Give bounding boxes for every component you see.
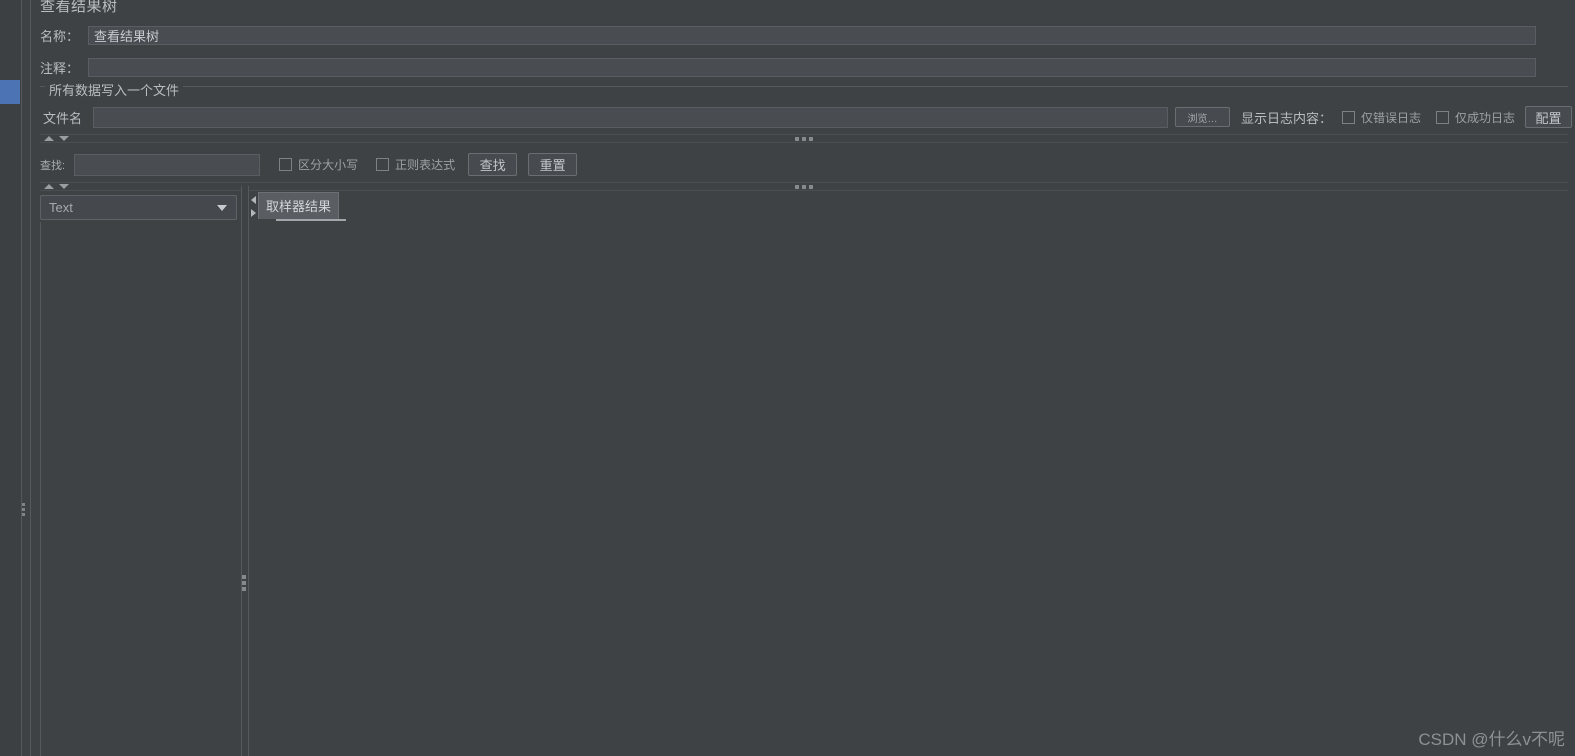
success-only-label: 仅成功日志: [1455, 110, 1516, 125]
vertical-splitter[interactable]: [241, 186, 249, 756]
collapse-arrows-lower[interactable]: [44, 184, 69, 189]
browse-button[interactable]: 浏览…: [1175, 107, 1231, 127]
checkbox-box-icon: [376, 158, 390, 171]
splitter-lower[interactable]: [40, 182, 1568, 191]
filename-label: 文件名: [43, 110, 83, 126]
watermark: CSDN @什么v不呢: [1418, 730, 1565, 749]
left-splitter-handle[interactable]: [20, 500, 27, 518]
search-row: 查找: 区分大小写 正则表达式 查找 重置: [40, 153, 578, 176]
filename-input[interactable]: [93, 106, 1169, 128]
search-button[interactable]: 查找: [468, 153, 518, 176]
success-only-checkbox[interactable]: 仅成功日志: [1436, 109, 1515, 126]
comment-input[interactable]: [88, 58, 1537, 77]
name-input[interactable]: 查看结果树: [88, 26, 1537, 45]
find-input[interactable]: [74, 153, 261, 176]
chevron-up-icon[interactable]: [44, 184, 54, 189]
handle-dot: [22, 507, 25, 511]
comment-label: 注释：: [40, 61, 80, 76]
file-output-group-title: 所有数据写入一个文件: [45, 80, 184, 99]
tab-sampler-result[interactable]: 取样器结果: [258, 192, 340, 219]
result-content-pane[interactable]: [249, 221, 1568, 756]
regex-label: 正则表达式: [395, 158, 456, 172]
errors-only-label: 仅错误日志: [1361, 110, 1422, 125]
page-title: 查看结果树: [40, 0, 118, 15]
main-panel: 查看结果树 名称： 查看结果树 注释： 所有数据写入一个文件 文件名 浏览… 显…: [31, 0, 1575, 756]
chevron-left-icon[interactable]: [251, 196, 256, 204]
left-rail: [0, 0, 21, 756]
tab-scroll-arrows[interactable]: [249, 194, 258, 219]
configure-button[interactable]: 配置: [1525, 106, 1573, 128]
results-tree-pane[interactable]: [40, 222, 244, 756]
checkbox-box-icon: [1342, 110, 1356, 124]
chevron-up-icon[interactable]: [44, 136, 54, 141]
result-tabstrip: 取样器结果: [249, 192, 340, 219]
reset-button[interactable]: 重置: [528, 153, 578, 176]
chevron-right-icon[interactable]: [251, 209, 256, 217]
case-sensitive-checkbox[interactable]: 区分大小写: [279, 156, 358, 173]
vertical-splitter-line-left: [241, 186, 242, 756]
renderer-select[interactable]: Text: [40, 195, 237, 220]
chevron-down-icon: [217, 204, 227, 211]
file-output-group-left-tick: [40, 86, 44, 87]
name-label: 名称：: [40, 29, 80, 44]
view-results-tree-window: 查看结果树 名称： 查看结果树 注释： 所有数据写入一个文件 文件名 浏览… 显…: [0, 0, 1575, 756]
splitter-upper[interactable]: [40, 134, 1568, 143]
find-label: 查找:: [40, 159, 66, 172]
collapse-arrows-upper[interactable]: [44, 136, 69, 141]
handle-dot: [22, 512, 25, 516]
log-content-label: 显示日志内容：: [1241, 110, 1333, 126]
errors-only-checkbox[interactable]: 仅错误日志: [1342, 109, 1421, 126]
name-row: 名称： 查看结果树: [40, 26, 1568, 45]
filename-row: 文件名 浏览… 显示日志内容： 仅错误日志 仅成功日志 配置: [43, 106, 1573, 128]
case-sensitive-label: 区分大小写: [298, 158, 359, 172]
checkbox-box-icon: [1436, 110, 1450, 124]
renderer-select-value: Text: [49, 200, 73, 215]
rail-selected-indicator[interactable]: [0, 80, 20, 104]
chevron-down-icon[interactable]: [59, 136, 69, 141]
vertical-splitter-dots-icon: [242, 575, 246, 591]
rail-divider-outer: [21, 0, 22, 756]
comment-row: 注释：: [40, 58, 1568, 77]
chevron-down-icon[interactable]: [59, 184, 69, 189]
splitter-dots-icon: [795, 137, 813, 141]
checkbox-box-icon: [279, 158, 293, 171]
splitter-dots-icon: [795, 185, 813, 189]
handle-dot: [22, 502, 25, 506]
regex-checkbox[interactable]: 正则表达式: [376, 156, 455, 173]
